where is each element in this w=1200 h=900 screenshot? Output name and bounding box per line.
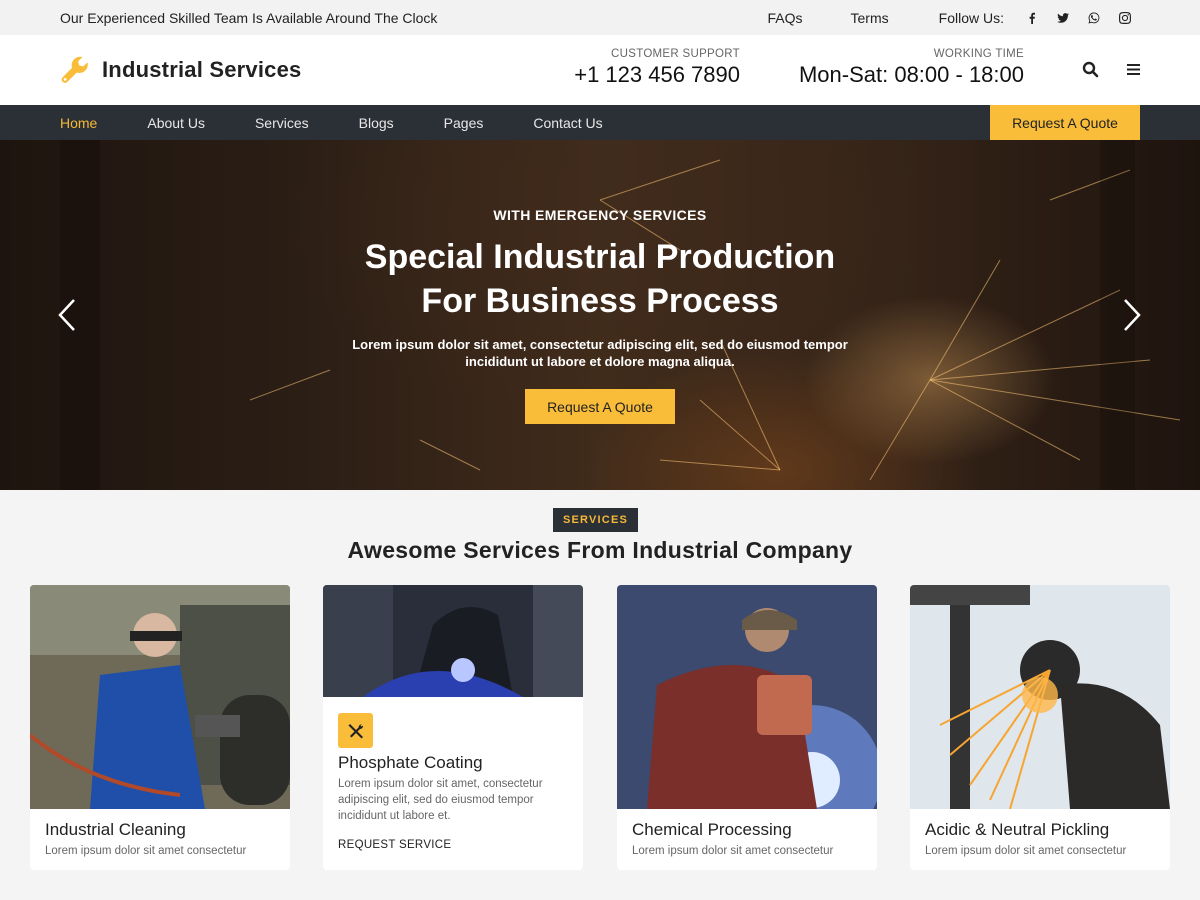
card-title: Industrial Cleaning — [45, 820, 186, 839]
tools-icon — [348, 723, 363, 738]
service-card-industrial-cleaning[interactable]: Industrial Cleaning Lorem ipsum dolor si… — [30, 585, 290, 870]
twitter-icon[interactable] — [1047, 12, 1078, 24]
customer-support: CUSTOMER SUPPORT +1 123 456 7890 — [574, 48, 740, 88]
service-card-chemical-processing[interactable]: Chemical Processing Lorem ipsum dolor si… — [617, 585, 877, 870]
whatsapp-icon[interactable] — [1078, 11, 1109, 24]
hero-lead: Lorem ipsum dolor sit amet, consectetur … — [0, 336, 1200, 370]
hero-slider: WITH EMERGENCY SERVICES Special Industri… — [0, 140, 1200, 490]
header-actions — [1082, 61, 1142, 78]
site-header: Industrial Services CUSTOMER SUPPORT +1 … — [0, 35, 1200, 105]
services-section: SERVICES Awesome Services From Industria… — [0, 490, 1200, 900]
working-hours: Mon-Sat: 08:00 - 18:00 — [798, 62, 1024, 87]
hero-title-line-2: For Business Process — [421, 282, 779, 320]
card-desc: Lorem ipsum dolor sit amet, consectetur … — [338, 778, 543, 822]
nav-home[interactable]: Home — [60, 115, 97, 131]
terms-link[interactable]: Terms — [851, 10, 889, 26]
top-links: FAQs Terms Follow Us: — [768, 10, 1141, 26]
site-name: Industrial Services — [102, 57, 302, 82]
top-bar: Our Experienced Skilled Team Is Availabl… — [0, 0, 1200, 35]
support-phone[interactable]: +1 123 456 7890 — [574, 62, 740, 88]
hero-eyebrow: WITH EMERGENCY SERVICES — [493, 207, 707, 223]
hero-title: Special Industrial Production For Busine… — [0, 235, 1200, 323]
faqs-link[interactable]: FAQs — [768, 10, 803, 26]
instagram-icon[interactable] — [1109, 11, 1140, 24]
hero-lead-line-1: Lorem ipsum dolor sit amet, consectetur … — [352, 337, 848, 352]
working-label: WORKING TIME — [933, 48, 1024, 60]
hero-title-line-1: Special Industrial Production — [364, 238, 836, 276]
card-title: Acidic & Neutral Pickling — [925, 820, 1110, 839]
chevron-right-icon — [1124, 299, 1141, 331]
acidic-neutral-pickling-image — [910, 585, 1170, 810]
nav-contact-us[interactable]: Contact Us — [533, 115, 602, 131]
nav-blogs[interactable]: Blogs — [359, 115, 394, 131]
card-desc: Lorem ipsum dolor sit amet consectetur — [45, 845, 247, 857]
search-icon[interactable] — [1082, 61, 1099, 78]
card-title: Phosphate Coating — [338, 753, 483, 772]
site-logo[interactable]: Industrial Services — [60, 55, 301, 85]
services-title: Awesome Services From Industrial Company — [347, 537, 853, 563]
card-desc: Lorem ipsum dolor sit amet consectetur — [925, 845, 1127, 857]
working-time: WORKING TIME Mon-Sat: 08:00 - 18:00 — [799, 48, 1024, 88]
nav-about-us[interactable]: About Us — [147, 115, 205, 131]
services-badge: SERVICES — [553, 508, 638, 532]
slider-next-button[interactable] — [1122, 298, 1142, 332]
top-tagline: Our Experienced Skilled Team Is Availabl… — [60, 9, 438, 26]
nav-pages[interactable]: Pages — [444, 115, 484, 131]
main-nav: Home About Us Services Blogs Pages Conta… — [0, 105, 1200, 140]
phosphate-coating-image — [323, 585, 583, 697]
wrench-icon — [61, 56, 88, 83]
nav-services[interactable]: Services — [255, 115, 309, 131]
slider-prev-button[interactable] — [57, 298, 77, 332]
menu-icon[interactable] — [1125, 61, 1142, 78]
service-card-phosphate-coating[interactable]: Phosphate Coating Lorem ipsum dolor sit … — [323, 585, 583, 870]
facebook-icon[interactable] — [1016, 12, 1047, 24]
follow-label: Follow Us: — [938, 9, 1004, 26]
hero-lead-line-2: incididunt ut labore et dolore magna ali… — [465, 354, 735, 369]
card-title: Chemical Processing — [632, 820, 792, 839]
social-links — [1016, 11, 1140, 24]
industrial-cleaning-image — [30, 585, 290, 809]
request-quote-button[interactable]: Request A Quote — [990, 105, 1140, 140]
service-card-acidic-neutral-pickling[interactable]: Acidic & Neutral Pickling Lorem ipsum do… — [910, 585, 1170, 870]
chemical-processing-image — [617, 585, 877, 845]
service-icon-box — [338, 713, 373, 748]
hero-request-quote-button[interactable]: Request A Quote — [525, 389, 675, 424]
request-service-link[interactable]: REQUEST SERVICE — [338, 839, 451, 851]
card-desc: Lorem ipsum dolor sit amet consectetur — [632, 845, 834, 857]
support-label: CUSTOMER SUPPORT — [611, 48, 740, 60]
chevron-left-icon — [58, 299, 75, 331]
